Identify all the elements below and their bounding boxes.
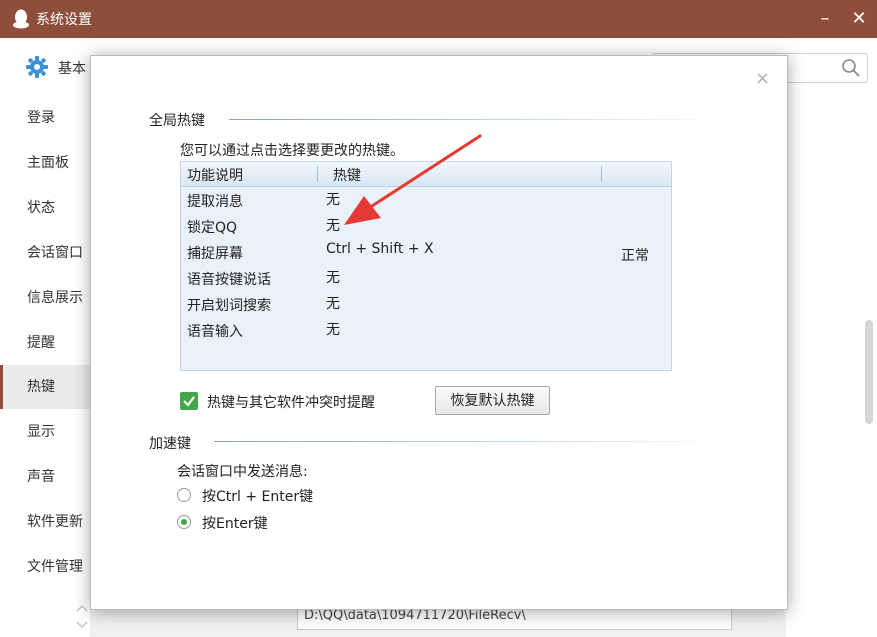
table-row[interactable]: 提取消息 无 (181, 187, 671, 213)
hotkey-cell[interactable]: 无 (326, 215, 340, 235)
sidebar-item-software-update[interactable]: 软件更新 (0, 500, 90, 544)
sidebar-item-main-panel[interactable]: 主面板 (0, 141, 90, 185)
table-row[interactable]: 语音输入 无 (181, 317, 671, 343)
close-dialog-button[interactable]: × (755, 68, 770, 89)
checkmark-icon (183, 396, 195, 407)
sidebar-item-display[interactable]: 显示 (0, 410, 90, 454)
function-cell: 语音按键说话 (187, 272, 271, 288)
radio-enter-label[interactable]: 按Enter键 (202, 513, 268, 533)
hotkey-cell[interactable]: 无 (326, 189, 340, 209)
accelerator-title: 加速键 (149, 436, 191, 452)
tab-basic[interactable]: 基本 (58, 58, 86, 78)
hotkey-table: 功能说明 热键 提取消息 无 锁定QQ 无 捕捉屏幕 Ctrl + Shift … (180, 161, 672, 371)
function-cell: 锁定QQ (187, 220, 238, 236)
gear-icon (26, 56, 48, 78)
column-divider[interactable] (317, 166, 318, 182)
hotkey-cell[interactable]: 无 (326, 267, 340, 287)
radio-enter[interactable] (177, 515, 191, 529)
function-cell: 语音输入 (187, 324, 243, 340)
chevron-scroll-icon[interactable] (74, 600, 90, 632)
table-row[interactable]: 捕捉屏幕 Ctrl + Shift + X 正常 (181, 239, 671, 265)
function-cell: 捕捉屏幕 (187, 246, 243, 262)
column-divider[interactable] (601, 166, 602, 182)
close-window-button[interactable]: ✕ (846, 6, 872, 32)
sidebar-item-chat-window[interactable]: 会话窗口 (0, 231, 90, 275)
settings-sidebar: 登录 主面板 状态 会话窗口 信息展示 提醒 热键 显示 声音 软件更新 文件管… (0, 96, 90, 637)
sidebar-item-file-management[interactable]: 文件管理 (0, 545, 90, 589)
scrollbar[interactable] (865, 320, 873, 424)
conflict-reminder-label[interactable]: 热键与其它软件冲突时提醒 (207, 392, 375, 412)
sidebar-item-status[interactable]: 状态 (0, 186, 90, 230)
table-row[interactable]: 锁定QQ 无 (181, 213, 671, 239)
send-message-label: 会话窗口中发送消息: (177, 464, 308, 480)
table-header: 功能说明 热键 (181, 162, 671, 187)
sidebar-item-login[interactable]: 登录 (0, 96, 90, 140)
sidebar-item-hotkeys[interactable]: 热键 (0, 365, 90, 409)
radio-ctrl-enter[interactable] (177, 488, 191, 502)
hotkey-cell[interactable]: Ctrl + Shift + X (326, 241, 434, 257)
section-divider (229, 119, 719, 120)
sidebar-item-info-display[interactable]: 信息展示 (0, 276, 90, 320)
status-cell: 正常 (621, 248, 649, 264)
hotkey-cell[interactable]: 无 (326, 293, 340, 313)
title-bar: 系统设置 – ✕ (0, 0, 877, 38)
search-icon[interactable] (841, 58, 861, 78)
section-divider (214, 441, 719, 442)
column-header-function[interactable]: 功能说明 (187, 165, 243, 185)
window-title: 系统设置 (36, 12, 92, 28)
qq-penguin-icon (13, 9, 29, 29)
minimize-button[interactable]: – (812, 6, 838, 32)
function-cell: 开启划词搜索 (187, 298, 271, 314)
sidebar-item-reminder[interactable]: 提醒 (0, 321, 90, 365)
column-header-hotkey[interactable]: 热键 (333, 165, 361, 185)
global-hotkeys-title: 全局热键 (149, 113, 205, 129)
table-row[interactable]: 开启划词搜索 无 (181, 291, 671, 317)
restore-default-hotkeys-button[interactable]: 恢复默认热键 (435, 386, 550, 415)
background-panel (786, 96, 877, 637)
hotkey-description: 您可以通过点击选择要更改的热键。 (180, 143, 404, 159)
hotkey-settings-dialog: × 全局热键 您可以通过点击选择要更改的热键。 功能说明 热键 提取消息 无 锁… (90, 55, 788, 610)
conflict-reminder-checkbox[interactable] (180, 392, 198, 410)
hotkey-cell[interactable]: 无 (326, 319, 340, 339)
sidebar-item-sound[interactable]: 声音 (0, 455, 90, 499)
table-row[interactable]: 语音按键说话 无 (181, 265, 671, 291)
function-cell: 提取消息 (187, 194, 243, 210)
radio-ctrl-enter-label[interactable]: 按Ctrl + Enter键 (202, 486, 313, 506)
